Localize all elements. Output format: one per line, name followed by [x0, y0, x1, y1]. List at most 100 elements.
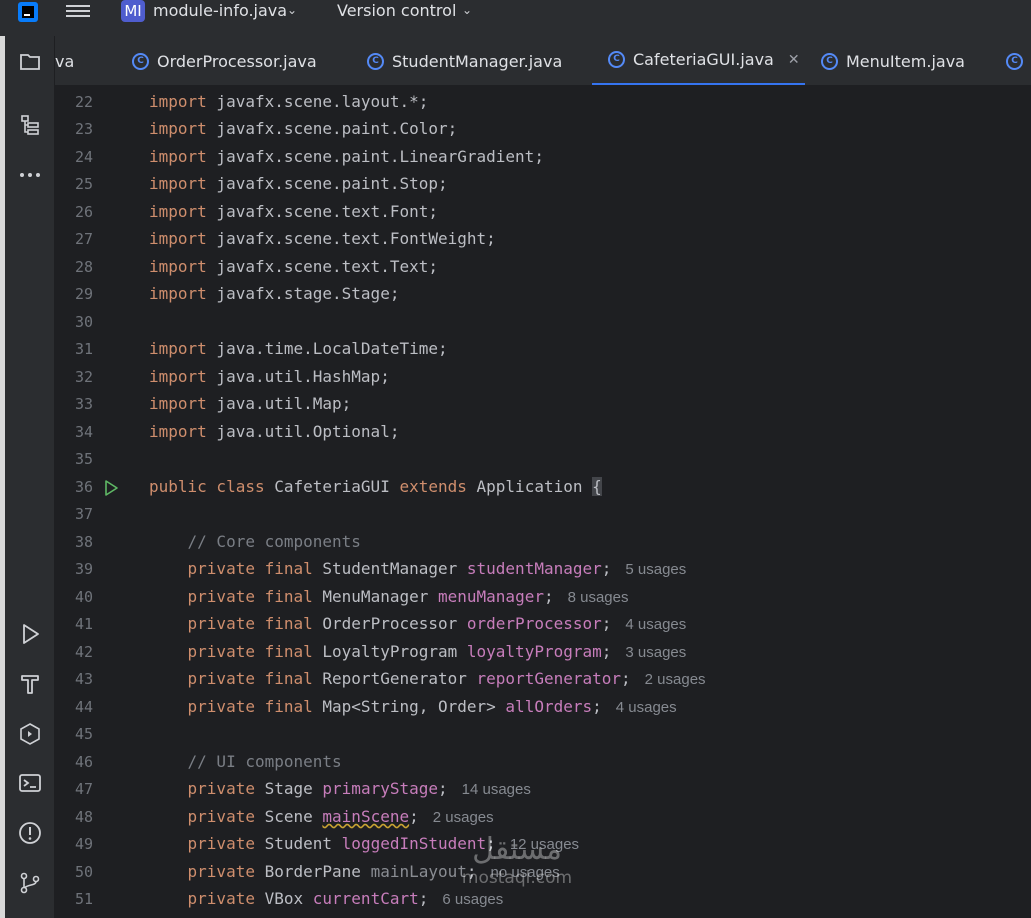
line-number: 24 [74, 148, 93, 166]
chevron-down-icon[interactable]: ⌄ [287, 3, 297, 17]
semicolon: ; [409, 807, 419, 826]
keyword: private final [187, 642, 313, 661]
field: loyaltyProgram [466, 642, 602, 661]
code-editor[interactable]: import javafx.scene.layout.*; import jav… [147, 86, 1031, 918]
code-text: javafx.scene.paint.LinearGradient; [206, 147, 544, 166]
field: currentCart [312, 889, 419, 908]
tab-studentmanager[interactable]: C StudentManager.java [367, 36, 562, 85]
field: primaryStage [322, 779, 438, 798]
tab-overflow[interactable]: C [1006, 36, 1031, 85]
keyword: import [149, 119, 207, 138]
line-number: 47 [74, 780, 93, 798]
code-line: import javafx.scene.paint.LinearGradient… [149, 147, 544, 166]
usage-hint[interactable]: 14 usages [462, 781, 531, 798]
semicolon: ; [621, 669, 631, 688]
line-number: 27 [74, 230, 93, 248]
usage-hint[interactable]: 3 usages [625, 644, 686, 661]
usage-hint[interactable]: 5 usages [625, 561, 686, 578]
type: Stage [254, 779, 323, 798]
usage-hint[interactable]: 2 usages [645, 671, 706, 688]
run-class-icon[interactable] [102, 479, 120, 497]
line-number: 34 [74, 423, 93, 441]
keyword: private [187, 807, 255, 826]
code-line: private Scene mainScene; 2 usages [149, 807, 494, 826]
line-number: 40 [74, 588, 93, 606]
line-number: 29 [74, 285, 93, 303]
version-control-menu[interactable]: Version control [337, 0, 456, 22]
tab-cafeteriagui[interactable]: C CafeteriaGUI.java ✕ [592, 36, 805, 85]
run-icon[interactable] [18, 622, 42, 646]
keyword: private [187, 862, 255, 881]
line-number: 38 [74, 533, 93, 551]
keyword: import [149, 257, 207, 276]
structure-icon[interactable] [18, 113, 42, 137]
close-icon[interactable]: ✕ [788, 52, 800, 68]
class-icon: C [1006, 52, 1023, 70]
code-line: import javafx.scene.paint.Color; [149, 119, 457, 138]
build-hammer-icon[interactable] [18, 672, 42, 696]
tab-label: CafeteriaGUI.java [633, 50, 774, 69]
code-text: java.util.Map; [206, 394, 352, 413]
usage-hint[interactable]: 4 usages [625, 616, 686, 633]
line-number: 32 [74, 368, 93, 386]
more-icon[interactable] [18, 163, 42, 187]
keyword: private final [187, 669, 313, 688]
tab-menuitem[interactable]: C MenuItem.java [821, 36, 965, 85]
type: OrderProcessor [312, 614, 467, 633]
chevron-down-icon[interactable]: ⌄ [462, 3, 472, 17]
usage-hint[interactable]: 8 usages [568, 589, 629, 606]
keyword: import [149, 202, 207, 221]
code-text: javafx.scene.text.Text; [206, 257, 438, 276]
line-number: 42 [74, 643, 93, 661]
keyword: private [187, 889, 255, 908]
line-number: 41 [74, 615, 93, 633]
code-line: import javafx.scene.text.FontWeight; [149, 229, 496, 248]
code-text: javafx.scene.text.Font; [206, 202, 438, 221]
usage-hint[interactable]: 4 usages [616, 699, 677, 716]
project-badge[interactable]: MI [121, 0, 145, 22]
line-number: 33 [74, 395, 93, 413]
semicolon: ; [601, 559, 612, 578]
line-number: 28 [74, 258, 93, 276]
horizontal-scrollbar[interactable] [55, 908, 1031, 918]
project-folder-icon[interactable] [18, 50, 42, 74]
brace: { [592, 477, 602, 496]
watermark-latin: mostaql.com [461, 868, 573, 888]
problems-icon[interactable] [18, 821, 42, 845]
keyword: import [149, 284, 207, 303]
git-icon[interactable] [18, 871, 42, 895]
type: Map<String, Order> [312, 697, 506, 716]
class-name: CafeteriaGUI [264, 477, 400, 496]
services-icon[interactable] [18, 722, 42, 746]
code-line: import javafx.stage.Stage; [149, 284, 399, 303]
code-line: import java.util.Map; [149, 394, 351, 413]
keyword: private final [187, 614, 313, 633]
type: ReportGenerator [312, 669, 477, 688]
terminal-icon[interactable] [18, 771, 42, 795]
project-selector[interactable]: module-info.java [153, 0, 287, 22]
keyword: private final [187, 697, 313, 716]
code-line: private final Map<String, Order> allOrde… [149, 697, 677, 716]
usage-hint[interactable]: 2 usages [433, 809, 494, 826]
main-menu-icon[interactable] [66, 2, 90, 22]
code-text: javafx.scene.paint.Color; [206, 119, 458, 138]
title-bar: MI module-info.java ⌄ Version control ⌄ [0, 0, 1031, 36]
tab-partial[interactable]: va [55, 36, 74, 85]
line-number: 37 [74, 505, 93, 523]
code-text: javafx.scene.layout.*; [206, 92, 429, 111]
line-number: 50 [74, 863, 93, 881]
keyword: import [149, 422, 207, 441]
code-line: import javafx.scene.text.Text; [149, 257, 438, 276]
line-number: 23 [74, 120, 93, 138]
code-line: import javafx.scene.layout.*; [149, 92, 428, 111]
keyword: private final [187, 559, 313, 578]
semicolon: ; [543, 587, 554, 606]
code-line: import javafx.scene.text.Font; [149, 202, 438, 221]
keyword: private final [187, 587, 313, 606]
tab-orderprocessor[interactable]: C OrderProcessor.java [132, 36, 317, 85]
semicolon: ; [592, 697, 602, 716]
code-text: java.util.Optional; [206, 422, 400, 441]
code-line: private final MenuManager menuManager; 8 … [149, 587, 629, 606]
intellij-logo-icon[interactable] [18, 2, 38, 22]
code-line: // UI components [149, 752, 342, 771]
